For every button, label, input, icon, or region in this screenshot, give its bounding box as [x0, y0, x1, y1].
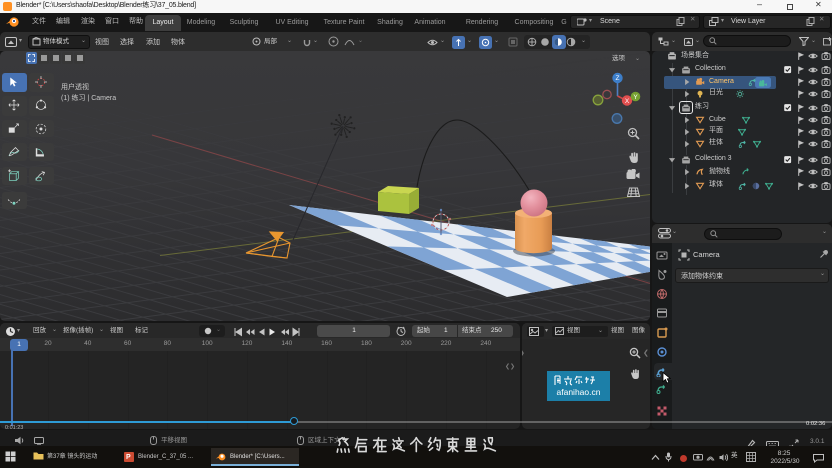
svg-text:afanihao.cn: afanihao.cn — [557, 387, 601, 397]
svg-text:Y: Y — [633, 94, 638, 101]
svg-text:X: X — [625, 98, 630, 105]
svg-text:Z: Z — [616, 75, 620, 82]
